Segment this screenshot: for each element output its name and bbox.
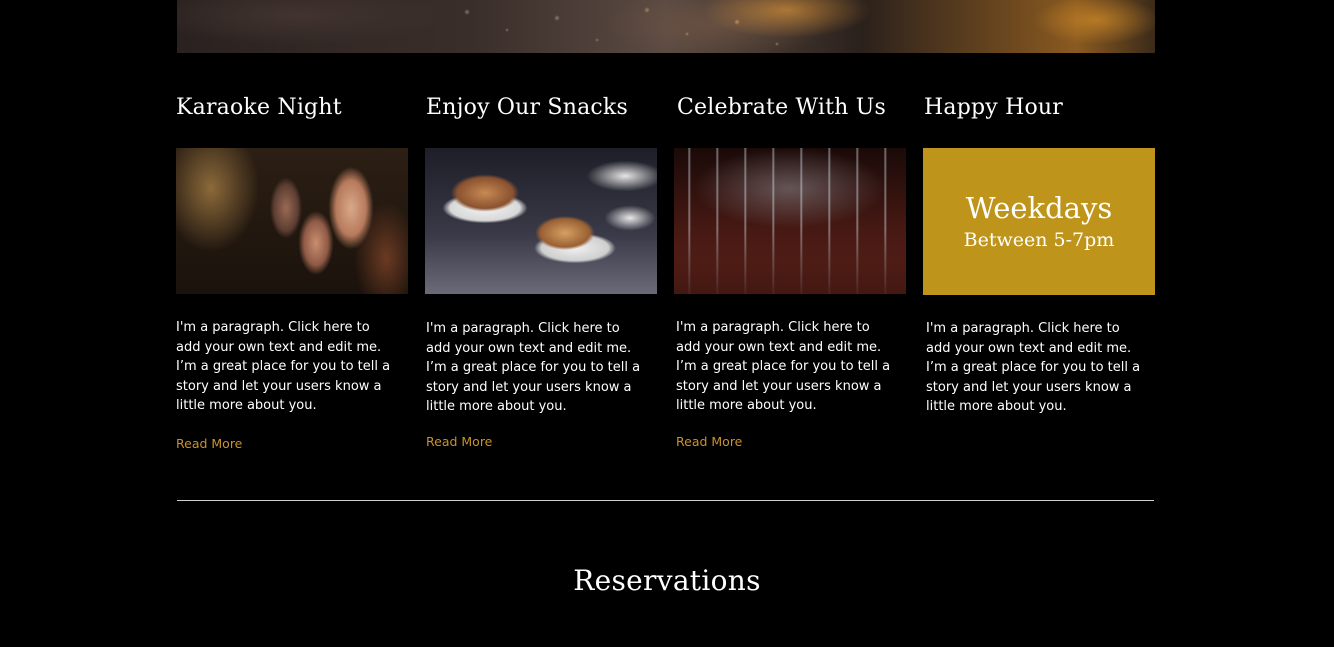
- feature-paragraph: I'm a paragraph. Click here to add your …: [426, 321, 641, 414]
- snacks-image: [425, 148, 657, 294]
- feature-paragraph: I'm a paragraph. Click here to add your …: [926, 321, 1141, 414]
- glasses-image: [674, 148, 906, 294]
- glasses-image-shade: [674, 148, 906, 294]
- happy-hour-days: Weekdays: [965, 190, 1113, 225]
- section-divider: [177, 500, 1154, 501]
- feature-title: Celebrate With Us: [677, 95, 886, 120]
- happy-hour-card: Weekdays Between 5-7pm: [923, 148, 1155, 295]
- feature-title: Happy Hour: [924, 95, 1064, 120]
- feature-paragraph: I'm a paragraph. Click here to add your …: [676, 320, 891, 413]
- page: Karaoke Night I'm a paragraph. Click her…: [0, 0, 1334, 647]
- karaoke-image: [176, 148, 408, 294]
- read-more-link[interactable]: Read More: [676, 434, 742, 449]
- read-more-link[interactable]: Read More: [176, 436, 242, 451]
- feature-paragraph: I'm a paragraph. Click here to add your …: [176, 320, 391, 413]
- reservations-heading: Reservations: [573, 564, 761, 597]
- read-more-link[interactable]: Read More: [426, 434, 492, 449]
- hero-image-droplets: [447, 0, 807, 53]
- feature-title: Enjoy Our Snacks: [426, 95, 628, 120]
- feature-title: Karaoke Night: [176, 95, 342, 120]
- happy-hour-time: Between 5-7pm: [963, 228, 1115, 251]
- hero-image: [177, 0, 1155, 53]
